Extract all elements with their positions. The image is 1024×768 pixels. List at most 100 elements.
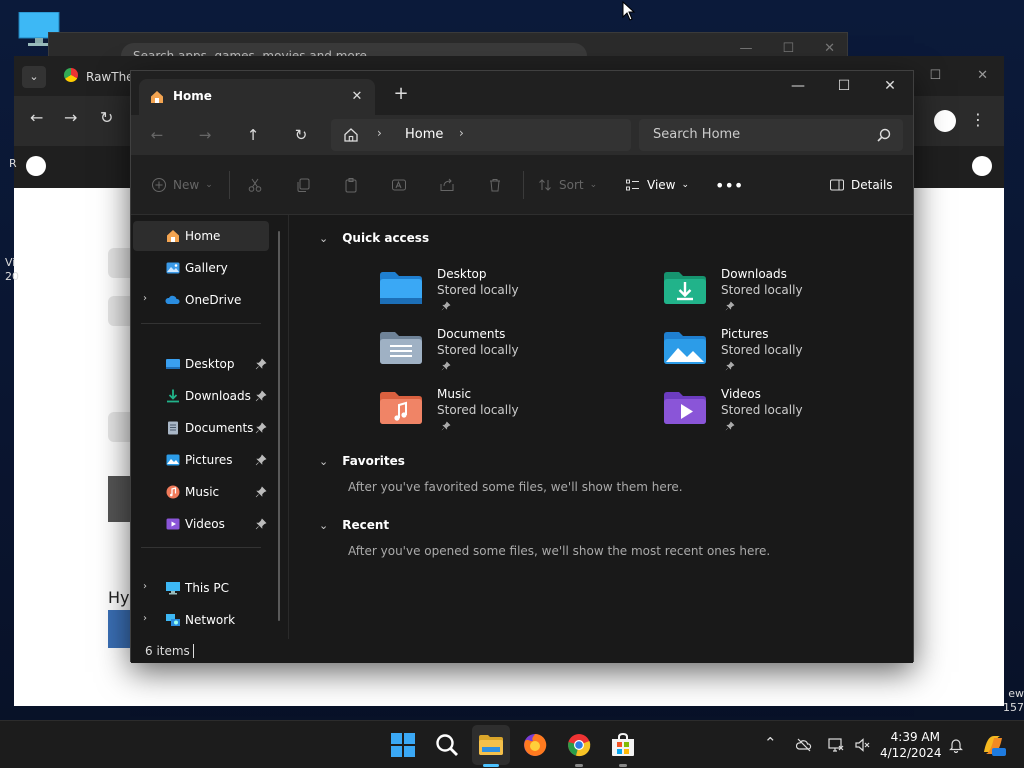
sidebar-item-music[interactable]: Music	[133, 477, 269, 507]
maximize-icon[interactable]: ☐	[821, 71, 867, 101]
breadcrumb-chevron-icon[interactable]: ›	[459, 126, 464, 140]
collapse-chevron-icon[interactable]: ⌄	[319, 519, 328, 532]
pin-icon[interactable]	[255, 358, 267, 370]
collapse-chevron-icon[interactable]: ⌄	[319, 232, 328, 245]
sidebar-item-documents[interactable]: Documents	[133, 413, 269, 443]
content-area: ⌄ Quick access Desktop Stored locally Do…	[289, 215, 913, 639]
close-icon[interactable]: ✕	[867, 71, 913, 101]
site-menu-icon[interactable]	[26, 156, 46, 176]
details-button[interactable]: Details	[829, 175, 893, 195]
sidebar-item-desktop[interactable]: Desktop	[133, 349, 269, 379]
browser-tab-title[interactable]: RawThe	[86, 70, 134, 84]
more-options-icon[interactable]: •••	[715, 175, 743, 195]
pin-icon[interactable]	[255, 422, 267, 434]
section-favorites[interactable]: ⌄ Favorites	[319, 454, 405, 468]
microsoft-store-icon[interactable]	[609, 731, 637, 759]
section-recent[interactable]: ⌄ Recent	[319, 518, 389, 532]
quick-access-name: Music	[437, 387, 472, 401]
volume-muted-icon[interactable]	[854, 737, 870, 753]
sidebar-item-home[interactable]: Home	[133, 221, 269, 251]
section-quick-access[interactable]: ⌄ Quick access	[319, 231, 429, 245]
quick-access-item-music[interactable]: Music Stored locally	[379, 387, 619, 443]
breadcrumb[interactable]: › Home ›	[331, 119, 631, 151]
collapse-chevron-icon[interactable]: ⌄	[319, 455, 328, 468]
view-list-icon	[626, 179, 639, 191]
page-thumbnail[interactable]	[108, 476, 130, 522]
tab-list-chevron-icon[interactable]: ⌄	[22, 66, 46, 88]
tab-home[interactable]: Home ✕	[139, 79, 375, 115]
quick-access-item-documents[interactable]: Documents Stored locally	[379, 327, 619, 383]
share-button[interactable]	[439, 175, 455, 195]
pin-icon[interactable]	[255, 454, 267, 466]
up-arrow-icon[interactable]: ↑	[239, 123, 267, 147]
firefox-icon[interactable]	[521, 731, 549, 759]
browser-back-icon[interactable]: ←	[30, 108, 43, 127]
pin-icon[interactable]	[255, 486, 267, 498]
sidebar-item-network[interactable]: › Network	[133, 605, 269, 635]
breadcrumb-item-home[interactable]: Home	[405, 127, 443, 142]
chrome-icon[interactable]	[565, 731, 593, 759]
item-count: 6 items	[145, 644, 190, 658]
forward-arrow-icon[interactable]: →	[191, 123, 219, 147]
cut-button[interactable]	[247, 175, 263, 195]
minimize-icon[interactable]: —	[775, 71, 821, 101]
pin-icon[interactable]	[255, 518, 267, 530]
view-button[interactable]: View ⌄	[625, 175, 689, 195]
search-icon[interactable]	[877, 128, 891, 142]
quick-access-item-pictures[interactable]: Pictures Stored locally	[663, 327, 903, 383]
delete-button[interactable]	[487, 175, 503, 195]
expand-chevron-icon[interactable]: ›	[143, 581, 147, 592]
page-banner[interactable]	[108, 610, 132, 648]
onedrive-tray-icon[interactable]	[796, 737, 812, 753]
explorer-address-bar: ← → ↑ ↻ › Home › Search Home	[131, 115, 913, 155]
new-button[interactable]: New ⌄	[151, 175, 213, 195]
notification-bell-icon[interactable]	[948, 737, 964, 753]
browser-forward-icon[interactable]: →	[64, 108, 77, 127]
sidebar-item-videos[interactable]: Videos	[133, 509, 269, 539]
clock-time: 4:39 AM	[890, 730, 940, 744]
close-icon[interactable]: ✕	[824, 41, 835, 56]
copilot-preview-icon[interactable]	[980, 732, 1006, 758]
browser-profile-icon[interactable]	[934, 110, 956, 132]
quick-access-item-desktop[interactable]: Desktop Stored locally	[379, 267, 619, 323]
start-button-windows-icon[interactable]	[389, 731, 417, 759]
sidebar-item-this-pc[interactable]: › This PC	[133, 573, 269, 603]
back-arrow-icon[interactable]: ←	[143, 123, 171, 147]
status-separator	[193, 644, 194, 658]
rename-button[interactable]	[391, 175, 407, 195]
copy-button[interactable]	[295, 175, 311, 195]
new-tab-button[interactable]: +	[389, 83, 413, 107]
quick-access-item-videos[interactable]: Videos Stored locally	[663, 387, 903, 443]
taskbar-clock[interactable]: 4:39 AM 4/12/2024	[880, 729, 942, 761]
file-explorer-window[interactable]: Home ✕ + — ☐ ✕ ← → ↑ ↻ › Home › Search H…	[130, 70, 914, 663]
sidebar-item-label: Videos	[185, 517, 225, 531]
maximize-icon[interactable]: ☐	[782, 41, 794, 56]
refresh-icon[interactable]: ↻	[287, 123, 315, 147]
sidebar-item-gallery[interactable]: Gallery	[133, 253, 269, 283]
minimize-icon[interactable]: ☐	[929, 68, 941, 83]
sidebar-item-pictures[interactable]: Pictures	[133, 445, 269, 475]
paste-button[interactable]	[343, 175, 359, 195]
sidebar-item-onedrive[interactable]: › OneDrive	[133, 285, 269, 315]
quick-access-status: Stored locally	[437, 403, 519, 417]
taskbar-search-icon[interactable]	[433, 731, 461, 759]
close-icon[interactable]: ✕	[977, 68, 988, 83]
breadcrumb-chevron-icon[interactable]: ›	[377, 126, 382, 140]
home-outline-icon[interactable]	[343, 127, 359, 143]
expand-chevron-icon[interactable]: ›	[143, 293, 147, 304]
tab-close-icon[interactable]: ✕	[347, 87, 367, 107]
pin-icon[interactable]	[255, 390, 267, 402]
browser-menu-icon[interactable]: ⋮	[970, 110, 986, 129]
site-lock-icon[interactable]	[972, 156, 992, 176]
browser-reload-icon[interactable]: ↻	[100, 108, 113, 127]
network-tray-icon[interactable]	[828, 737, 844, 753]
sidebar-item-downloads[interactable]: Downloads	[133, 381, 269, 411]
navigation-scrollbar[interactable]	[278, 231, 280, 621]
show-hidden-icons-chevron-icon[interactable]: ⌃	[764, 734, 777, 752]
sort-button[interactable]: Sort ⌄	[537, 175, 597, 195]
quick-access-item-downloads[interactable]: Downloads Stored locally	[663, 267, 903, 323]
expand-chevron-icon[interactable]: ›	[143, 613, 147, 624]
minimize-icon[interactable]: —	[739, 41, 752, 56]
search-input[interactable]: Search Home	[639, 119, 903, 151]
file-explorer-taskbar-icon[interactable]	[477, 731, 505, 759]
